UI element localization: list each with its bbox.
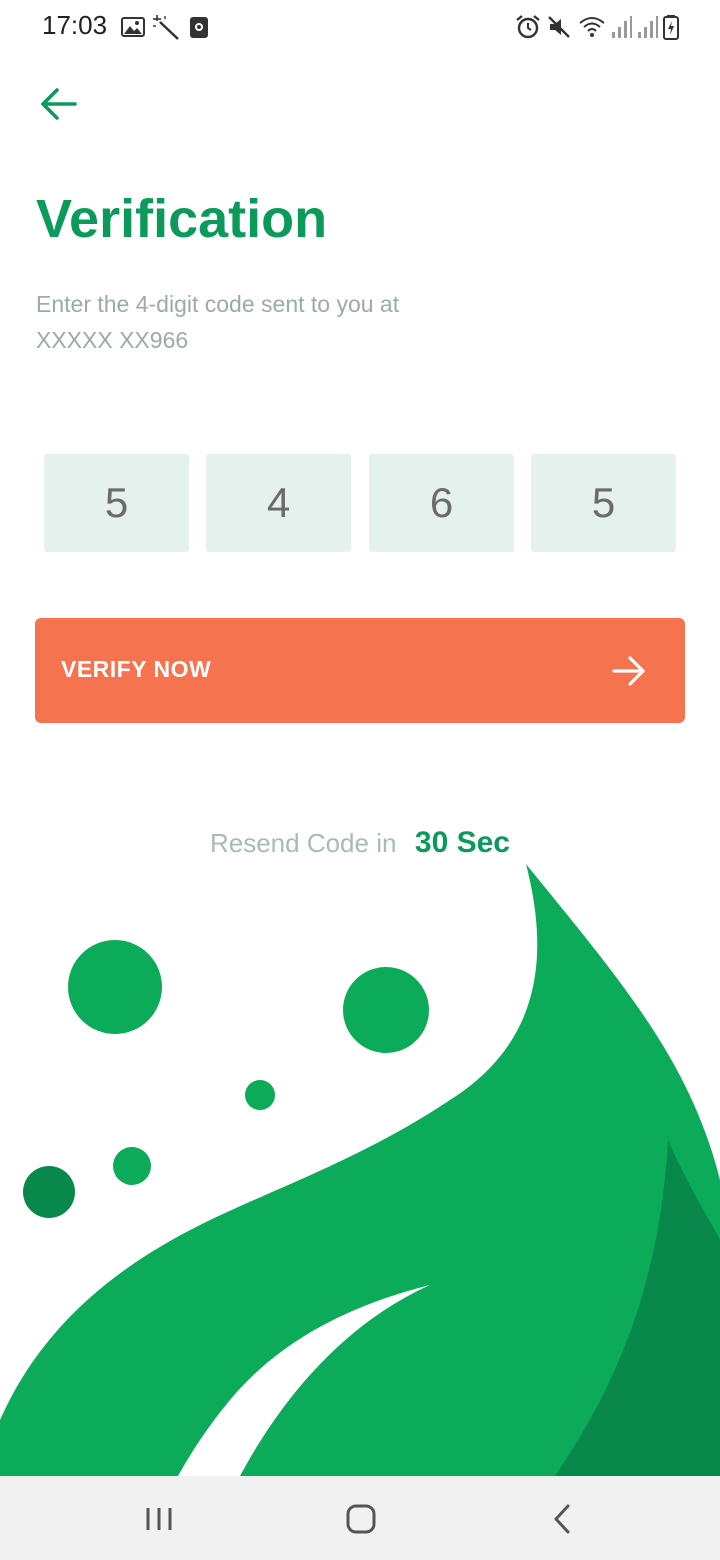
instruction-line: Enter the 4-digit code sent to you at (36, 291, 400, 317)
instruction-text: Enter the 4-digit code sent to you at XX… (36, 286, 596, 358)
home-icon (346, 1504, 376, 1534)
alarm-icon (516, 15, 540, 39)
home-button[interactable] (330, 1494, 390, 1544)
code-digit-1[interactable]: 5 (44, 454, 189, 552)
decor-dot (23, 1166, 75, 1218)
verify-now-label: VERIFY NOW (61, 656, 212, 682)
wifi-icon (579, 17, 605, 37)
magic-wand-icon (153, 15, 179, 40)
signal-icon (612, 16, 632, 38)
status-bar: 17:03 (0, 0, 720, 54)
leaf-illustration (0, 864, 720, 1476)
code-digit-2[interactable]: 4 (206, 454, 351, 552)
decor-dot (113, 1147, 151, 1185)
resend-timer[interactable]: 30 Sec (415, 826, 510, 859)
navigation-bar (0, 1476, 720, 1560)
resend-label: Resend Code in (209, 828, 397, 858)
gallery-icon (121, 17, 145, 37)
decor-dot (68, 940, 162, 1034)
back-button[interactable] (30, 78, 86, 130)
battery-charging-icon (663, 15, 679, 40)
signal-icon (638, 16, 658, 38)
recent-apps-button[interactable] (129, 1494, 189, 1544)
code-digit-3[interactable]: 6 (369, 454, 514, 552)
page-title: Verification (36, 189, 328, 249)
screen-recorder-icon (190, 17, 208, 38)
arrow-right-icon (612, 656, 645, 686)
arrow-left-icon (41, 88, 77, 120)
resend-row: Resend Code in 30 Sec (0, 826, 720, 860)
back-icon (554, 1504, 570, 1534)
masked-phone-number: XXXXX XX966 (36, 327, 189, 353)
code-digit-4[interactable]: 5 (531, 454, 676, 552)
decor-dot (245, 1080, 275, 1110)
recent-apps-icon (146, 1508, 172, 1530)
mute-icon (548, 16, 570, 38)
nav-back-button[interactable] (532, 1494, 592, 1544)
status-time: 17:03 (42, 10, 108, 40)
verify-now-button[interactable]: VERIFY NOW (35, 618, 685, 723)
decor-dot (343, 967, 429, 1053)
